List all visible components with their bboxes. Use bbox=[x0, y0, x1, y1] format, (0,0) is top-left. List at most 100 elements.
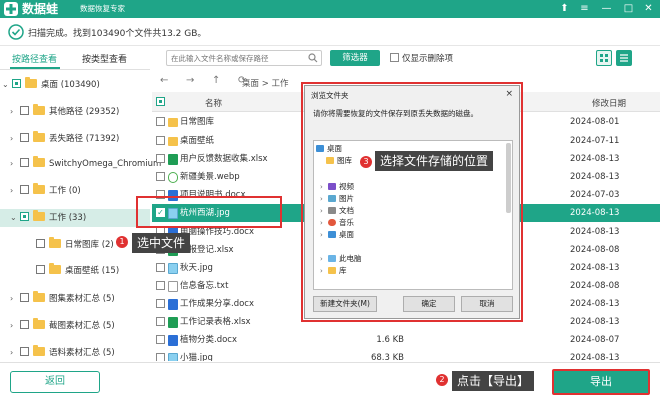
file-date: 2024-08-13 bbox=[570, 317, 620, 327]
tree-node-desktop[interactable]: ⌄ 桌面 (103490) bbox=[2, 76, 100, 94]
tree-node-switchyomega[interactable]: › SwitchyOmega_Chromium bbox=[10, 155, 161, 173]
deleted-only-label: 仅显示删除项 bbox=[402, 54, 454, 64]
folder-icon bbox=[33, 291, 45, 302]
app-logo-icon bbox=[4, 2, 18, 16]
dialog-node-documents[interactable]: › 文档 bbox=[320, 205, 354, 217]
expand-arrow-icon[interactable]: › bbox=[320, 205, 328, 217]
file-row[interactable]: 植物分类.docx 1.6 KB 2024-08-07 bbox=[152, 331, 660, 349]
upgrade-icon[interactable]: ⬆ bbox=[558, 2, 571, 15]
dialog-node-pictures[interactable]: › 图片 bbox=[320, 193, 354, 205]
dialog-node-music[interactable]: › 音乐 bbox=[320, 217, 354, 229]
tree-checkbox[interactable] bbox=[36, 239, 45, 248]
row-checkbox[interactable] bbox=[156, 281, 165, 290]
menu-icon[interactable]: ≡ bbox=[578, 2, 591, 15]
expand-arrow-icon[interactable]: › bbox=[10, 317, 20, 335]
tree-checkbox[interactable] bbox=[20, 185, 29, 194]
expand-arrow-icon[interactable]: › bbox=[10, 103, 20, 121]
tree-node-corpus-assets[interactable]: › 语料素材汇总 (5) bbox=[10, 344, 115, 362]
dialog-node-desktop[interactable]: 桌面 bbox=[316, 143, 342, 155]
expand-arrow-icon[interactable]: › bbox=[320, 265, 328, 277]
dialog-node-desktop-2[interactable]: › 桌面 bbox=[320, 229, 354, 241]
dialog-node-gallery[interactable]: 图库 bbox=[326, 155, 352, 167]
word-file-icon bbox=[168, 299, 178, 310]
tree-node-screenshot-assets[interactable]: › 截图素材汇总 (5) bbox=[10, 317, 115, 335]
tree-checkbox[interactable] bbox=[20, 106, 29, 115]
expand-arrow-icon[interactable]: › bbox=[10, 130, 20, 148]
collapse-arrow-icon[interactable]: ⌄ bbox=[10, 209, 20, 227]
list-view-button[interactable] bbox=[616, 50, 632, 66]
tree-checkbox[interactable] bbox=[36, 265, 45, 274]
export-button[interactable]: 导出 bbox=[552, 369, 650, 395]
dialog-node-this-pc[interactable]: › 此电脑 bbox=[320, 253, 362, 265]
column-name[interactable]: 名称 bbox=[205, 97, 222, 109]
file-name: 植物分类.docx bbox=[180, 335, 238, 345]
row-checkbox[interactable] bbox=[156, 263, 165, 272]
file-date: 2024-08-13 bbox=[570, 299, 620, 309]
up-arrow-icon[interactable]: ↑ bbox=[212, 75, 220, 86]
tree-checkbox[interactable] bbox=[20, 158, 29, 167]
dialog-node-videos[interactable]: › 视频 bbox=[320, 181, 354, 193]
expand-arrow-icon[interactable]: › bbox=[10, 155, 20, 173]
row-checkbox[interactable] bbox=[156, 172, 165, 181]
minimize-icon[interactable]: — bbox=[600, 2, 613, 15]
dialog-close-icon[interactable]: × bbox=[505, 89, 513, 99]
tree-checkbox[interactable] bbox=[20, 212, 29, 221]
folder-icon bbox=[33, 104, 45, 115]
title-bar: 数据蛙 数据恢复专家 ⬆ ≡ — □ ✕ bbox=[0, 0, 660, 18]
row-checkbox[interactable] bbox=[156, 353, 165, 361]
back-arrow-icon[interactable]: ← bbox=[160, 75, 168, 86]
dialog-ok-button[interactable]: 确定 bbox=[403, 296, 455, 312]
row-checkbox[interactable] bbox=[156, 154, 165, 163]
grid-view-button[interactable] bbox=[596, 50, 612, 66]
filter-button[interactable]: 筛选器 bbox=[330, 50, 380, 66]
tree-node-daily-gallery[interactable]: 日常图库 (2) bbox=[36, 236, 114, 254]
deleted-only-toggle[interactable]: 仅显示删除项 bbox=[390, 52, 453, 64]
tree-checkbox[interactable] bbox=[20, 347, 29, 356]
breadcrumb: 桌面 > 工作 bbox=[242, 79, 289, 89]
deleted-only-checkbox[interactable] bbox=[390, 53, 399, 62]
tree-node-work-33[interactable]: ⌄ 工作 (33) bbox=[10, 209, 86, 227]
folder-icon bbox=[25, 77, 37, 88]
expand-arrow-icon[interactable]: › bbox=[320, 229, 328, 241]
expand-arrow-icon[interactable]: › bbox=[10, 344, 20, 362]
forward-arrow-icon[interactable]: → bbox=[186, 75, 194, 86]
expand-arrow-icon[interactable]: › bbox=[320, 193, 328, 205]
row-checkbox[interactable] bbox=[156, 117, 165, 126]
expand-arrow-icon[interactable]: › bbox=[320, 217, 328, 229]
dialog-scrollbar[interactable] bbox=[506, 143, 511, 213]
row-checkbox[interactable] bbox=[156, 335, 165, 344]
new-folder-button[interactable]: 新建文件夹(M) bbox=[313, 296, 377, 312]
expand-arrow-icon[interactable]: › bbox=[320, 181, 328, 193]
expand-arrow-icon[interactable]: › bbox=[320, 253, 328, 265]
dialog-cancel-button[interactable]: 取消 bbox=[461, 296, 513, 312]
tab-by-type[interactable]: 按类型查看 bbox=[82, 52, 127, 65]
row-checkbox[interactable] bbox=[156, 136, 165, 145]
select-all-checkbox[interactable] bbox=[156, 97, 165, 106]
tree-checkbox[interactable] bbox=[12, 79, 21, 88]
dialog-node-libraries[interactable]: › 库 bbox=[320, 265, 347, 277]
expand-arrow-icon[interactable]: › bbox=[10, 290, 20, 308]
close-icon[interactable]: ✕ bbox=[642, 2, 655, 15]
expand-arrow-icon[interactable]: › bbox=[10, 182, 20, 200]
maximize-icon[interactable]: □ bbox=[622, 2, 635, 15]
tree-checkbox[interactable] bbox=[20, 320, 29, 329]
tree-node-label: 工作 (33) bbox=[49, 213, 87, 223]
tree-node-other-paths[interactable]: › 其他路径 (29352) bbox=[10, 103, 119, 121]
search-input[interactable] bbox=[167, 51, 307, 65]
tree-checkbox[interactable] bbox=[20, 293, 29, 302]
folder-icon bbox=[168, 118, 178, 127]
back-button[interactable]: 返回 bbox=[10, 371, 100, 393]
tree-node-lost-paths[interactable]: › 丢失路径 (71392) bbox=[10, 130, 119, 148]
tree-checkbox[interactable] bbox=[20, 133, 29, 142]
row-checkbox[interactable] bbox=[156, 299, 165, 308]
row-checkbox[interactable] bbox=[156, 317, 165, 326]
tree-node-image-assets[interactable]: › 图集素材汇总 (5) bbox=[10, 290, 115, 308]
collapse-arrow-icon[interactable]: ⌄ bbox=[2, 76, 12, 94]
column-date[interactable]: 修改日期 bbox=[592, 97, 626, 109]
tree-node-work-0[interactable]: › 工作 (0) bbox=[10, 182, 81, 200]
step3-label: 选择文件存储的位置 bbox=[375, 151, 494, 171]
file-row[interactable]: 小猫.jpg 68.3 KB 2024-08-13 bbox=[152, 349, 660, 361]
tab-by-path[interactable]: 按路径查看 bbox=[12, 52, 57, 65]
tree-node-wallpapers[interactable]: 桌面壁纸 (15) bbox=[36, 262, 119, 280]
search-icon[interactable] bbox=[308, 53, 318, 63]
